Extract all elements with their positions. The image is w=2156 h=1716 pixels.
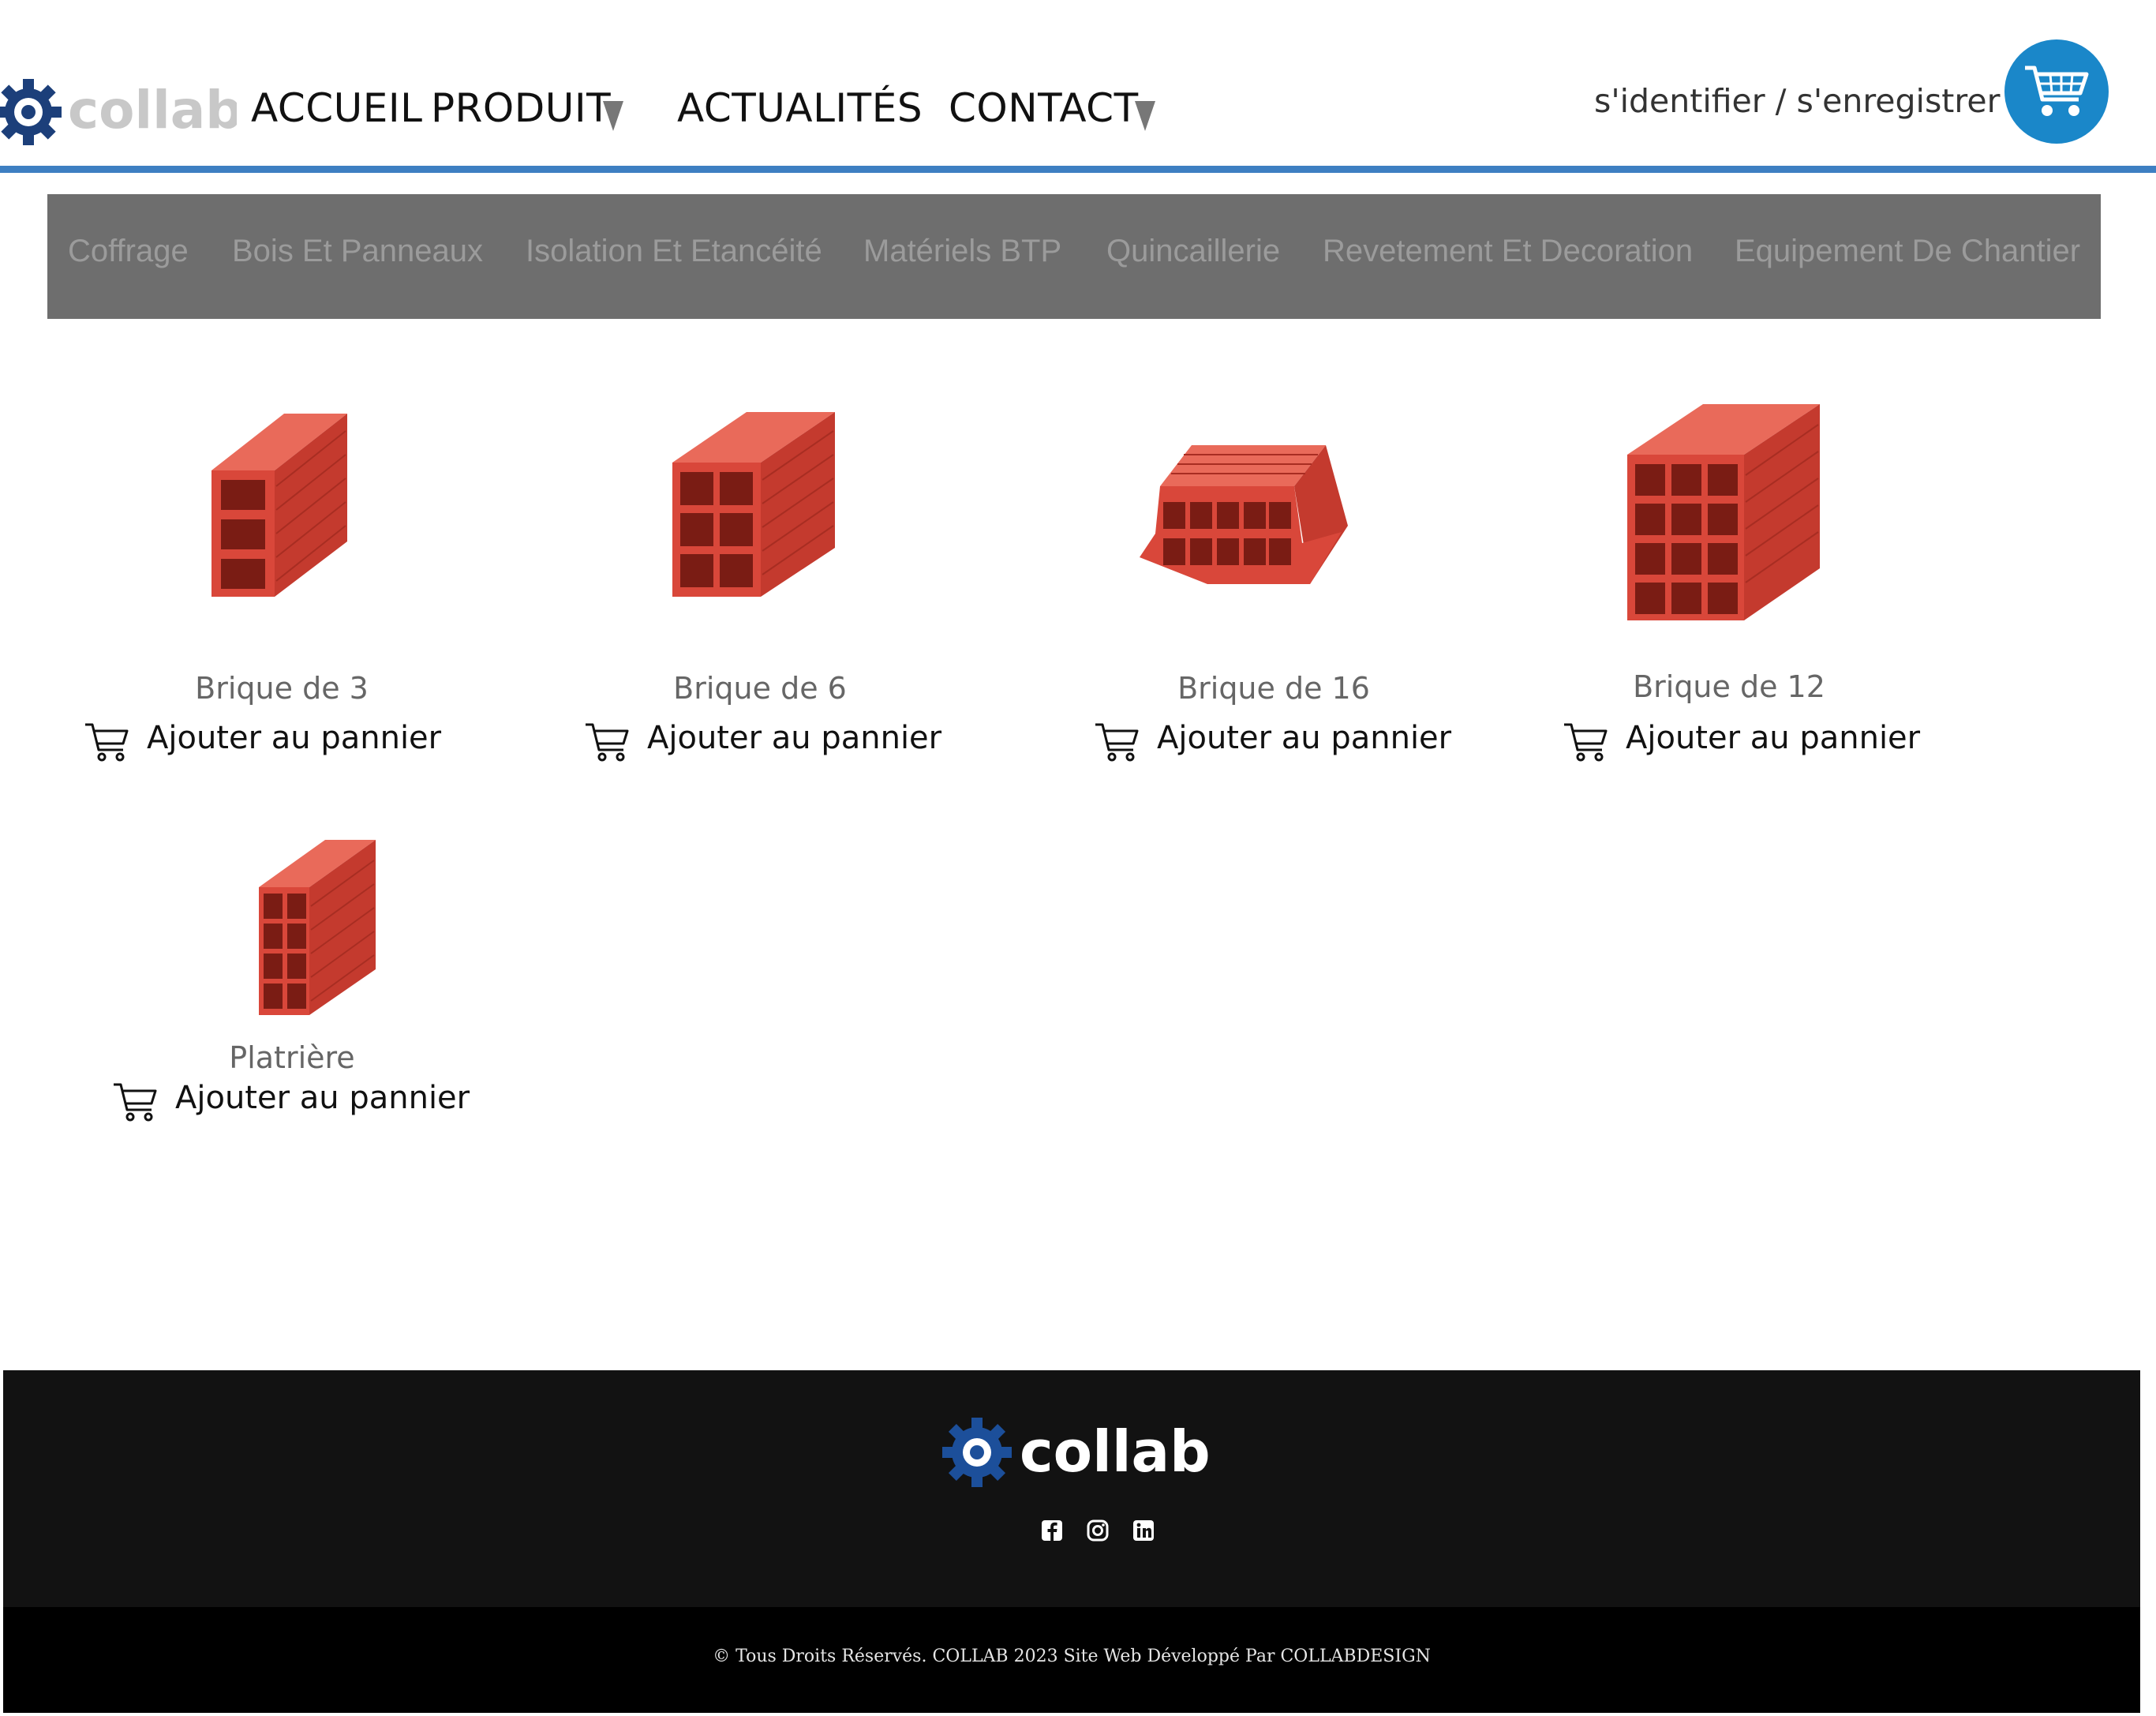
cart-outline-icon <box>85 723 129 762</box>
product-name-brique-de-12[interactable]: Brique de 12 <box>1571 669 1887 704</box>
header-cart-button[interactable] <box>2004 39 2109 144</box>
add-to-cart-label: Ajouter au pannier <box>647 720 942 756</box>
product-image-brique-de-3[interactable] <box>205 407 355 601</box>
linkedin-icon[interactable] <box>1132 1519 1155 1542</box>
add-to-cart-platriere[interactable]: Ajouter au pannier <box>112 1078 475 1126</box>
product-image-brique-de-16[interactable] <box>1136 439 1349 589</box>
category-bar: Coffrage Bois Et Panneaux Isolation Et E… <box>47 194 2101 319</box>
add-to-cart-label: Ajouter au pannier <box>175 1080 470 1116</box>
footer: collab <box>3 1370 2140 1607</box>
footer-copyright-bar: © Tous Droits Réservés. COLLAB 2023 Site… <box>3 1607 2140 1713</box>
contact-dropdown-icon[interactable] <box>1133 98 1157 133</box>
header-divider <box>0 166 2156 173</box>
cart-outline-icon <box>586 723 629 762</box>
header-logo[interactable]: collab <box>0 73 237 152</box>
gear-logo-icon: collab <box>0 79 237 145</box>
product-image-platriere[interactable] <box>254 835 380 1018</box>
copyright-text: © Tous Droits Réservés. COLLAB 2023 Site… <box>713 1647 1431 1666</box>
category-equipement-de-chantier[interactable]: Equipement De Chantier <box>1735 234 2080 269</box>
facebook-icon[interactable] <box>1040 1519 1064 1542</box>
nav-contact[interactable]: CONTACT <box>949 85 1139 131</box>
footer-logo[interactable]: collab <box>942 1410 1211 1497</box>
nav-produit[interactable]: PRODUIT <box>431 85 611 131</box>
category-coffrage[interactable]: Coffrage <box>68 234 189 269</box>
category-quincaillerie[interactable]: Quincaillerie <box>1106 234 1280 269</box>
add-to-cart-brique-de-12[interactable]: Ajouter au pannier <box>1563 718 1926 766</box>
category-materiels-btp[interactable]: Matériels BTP <box>863 234 1061 269</box>
svg-text:collab: collab <box>68 80 237 141</box>
product-name-platriere[interactable]: Platrière <box>134 1040 450 1075</box>
svg-text:collab: collab <box>1020 1418 1211 1485</box>
login-register-link[interactable]: s'identifier / s'enregistrer <box>1594 82 2000 120</box>
category-revetement-et-decoration[interactable]: Revetement Et Decoration <box>1323 234 1693 269</box>
add-to-cart-brique-de-6[interactable]: Ajouter au pannier <box>584 718 947 766</box>
category-isolation-et-etanceite[interactable]: Isolation Et Etancéité <box>526 234 822 269</box>
add-to-cart-label: Ajouter au pannier <box>1157 720 1452 756</box>
category-bois-et-panneaux[interactable]: Bois Et Panneaux <box>232 234 483 269</box>
cart-outline-icon <box>114 1083 157 1122</box>
instagram-icon[interactable] <box>1086 1519 1110 1542</box>
product-name-brique-de-16[interactable]: Brique de 16 <box>1116 671 1432 706</box>
cart-outline-icon <box>1564 723 1608 762</box>
add-to-cart-brique-de-16[interactable]: Ajouter au pannier <box>1094 718 1457 766</box>
site-header: collab ACCUEIL PRODUIT ACTUALITÉS CONTAC… <box>0 0 2156 173</box>
produit-dropdown-icon[interactable] <box>601 98 625 133</box>
add-to-cart-brique-de-3[interactable]: Ajouter au pannier <box>84 718 447 766</box>
nav-actualites[interactable]: ACTUALITÉS <box>677 85 923 131</box>
product-image-brique-de-12[interactable] <box>1624 399 1823 625</box>
product-image-brique-de-6[interactable] <box>668 407 841 601</box>
product-name-brique-de-6[interactable]: Brique de 6 <box>602 671 918 706</box>
product-name-brique-de-3[interactable]: Brique de 3 <box>124 671 440 706</box>
add-to-cart-label: Ajouter au pannier <box>1626 720 1921 756</box>
add-to-cart-label: Ajouter au pannier <box>147 720 442 756</box>
shopping-cart-icon <box>2025 66 2089 116</box>
cart-outline-icon <box>1095 723 1139 762</box>
nav-accueil[interactable]: ACCUEIL <box>251 85 422 131</box>
